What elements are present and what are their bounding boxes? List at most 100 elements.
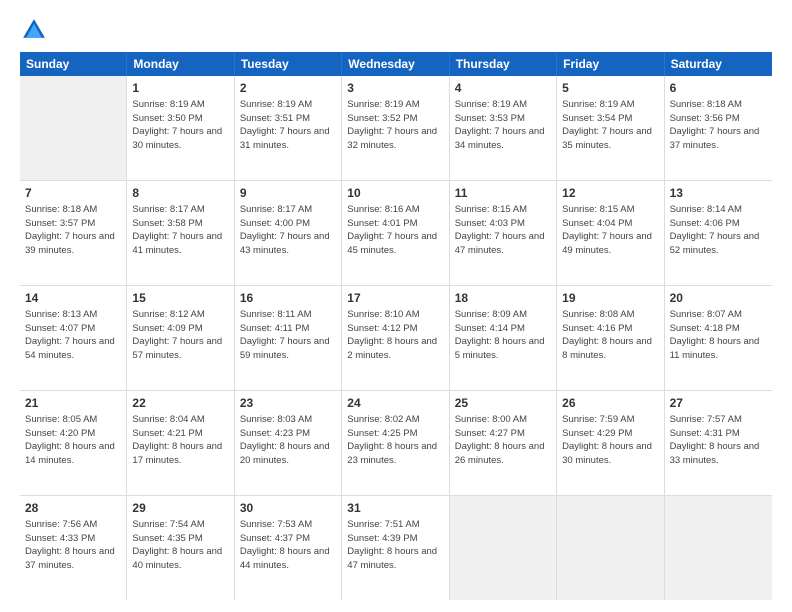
day-info: Sunrise: 7:53 AMSunset: 4:37 PMDaylight:… <box>240 518 336 573</box>
week-row-4: 21Sunrise: 8:05 AMSunset: 4:20 PMDayligh… <box>20 391 772 496</box>
page: SundayMondayTuesdayWednesdayThursdayFrid… <box>0 0 792 612</box>
day-info: Sunrise: 8:19 AMSunset: 3:51 PMDaylight:… <box>240 98 336 153</box>
day-number: 28 <box>25 500 121 517</box>
day-info: Sunrise: 8:12 AMSunset: 4:09 PMDaylight:… <box>132 308 228 363</box>
day-info: Sunrise: 8:19 AMSunset: 3:54 PMDaylight:… <box>562 98 658 153</box>
day-number: 25 <box>455 395 551 412</box>
day-number: 27 <box>670 395 767 412</box>
cal-cell: 4Sunrise: 8:19 AMSunset: 3:53 PMDaylight… <box>450 76 557 180</box>
day-info: Sunrise: 8:13 AMSunset: 4:07 PMDaylight:… <box>25 308 121 363</box>
day-number: 26 <box>562 395 658 412</box>
cal-cell: 23Sunrise: 8:03 AMSunset: 4:23 PMDayligh… <box>235 391 342 495</box>
header-day-saturday: Saturday <box>665 52 772 76</box>
cal-cell: 12Sunrise: 8:15 AMSunset: 4:04 PMDayligh… <box>557 181 664 285</box>
cal-cell: 14Sunrise: 8:13 AMSunset: 4:07 PMDayligh… <box>20 286 127 390</box>
day-info: Sunrise: 8:18 AMSunset: 3:56 PMDaylight:… <box>670 98 767 153</box>
day-info: Sunrise: 8:05 AMSunset: 4:20 PMDaylight:… <box>25 413 121 468</box>
day-info: Sunrise: 8:18 AMSunset: 3:57 PMDaylight:… <box>25 203 121 258</box>
cal-cell: 5Sunrise: 8:19 AMSunset: 3:54 PMDaylight… <box>557 76 664 180</box>
day-number: 18 <box>455 290 551 307</box>
cal-cell: 13Sunrise: 8:14 AMSunset: 4:06 PMDayligh… <box>665 181 772 285</box>
cal-cell: 31Sunrise: 7:51 AMSunset: 4:39 PMDayligh… <box>342 496 449 600</box>
day-info: Sunrise: 8:16 AMSunset: 4:01 PMDaylight:… <box>347 203 443 258</box>
day-info: Sunrise: 8:19 AMSunset: 3:52 PMDaylight:… <box>347 98 443 153</box>
header-day-thursday: Thursday <box>450 52 557 76</box>
day-number: 3 <box>347 80 443 97</box>
day-number: 4 <box>455 80 551 97</box>
cal-cell: 28Sunrise: 7:56 AMSunset: 4:33 PMDayligh… <box>20 496 127 600</box>
day-info: Sunrise: 7:56 AMSunset: 4:33 PMDaylight:… <box>25 518 121 573</box>
day-info: Sunrise: 8:15 AMSunset: 4:04 PMDaylight:… <box>562 203 658 258</box>
day-number: 6 <box>670 80 767 97</box>
day-info: Sunrise: 8:15 AMSunset: 4:03 PMDaylight:… <box>455 203 551 258</box>
header-day-sunday: Sunday <box>20 52 127 76</box>
week-row-2: 7Sunrise: 8:18 AMSunset: 3:57 PMDaylight… <box>20 181 772 286</box>
calendar-header-row: SundayMondayTuesdayWednesdayThursdayFrid… <box>20 52 772 76</box>
day-number: 23 <box>240 395 336 412</box>
day-info: Sunrise: 8:08 AMSunset: 4:16 PMDaylight:… <box>562 308 658 363</box>
day-info: Sunrise: 7:57 AMSunset: 4:31 PMDaylight:… <box>670 413 767 468</box>
cal-cell: 10Sunrise: 8:16 AMSunset: 4:01 PMDayligh… <box>342 181 449 285</box>
week-row-3: 14Sunrise: 8:13 AMSunset: 4:07 PMDayligh… <box>20 286 772 391</box>
day-info: Sunrise: 8:04 AMSunset: 4:21 PMDaylight:… <box>132 413 228 468</box>
day-number: 9 <box>240 185 336 202</box>
day-number: 2 <box>240 80 336 97</box>
day-info: Sunrise: 7:54 AMSunset: 4:35 PMDaylight:… <box>132 518 228 573</box>
day-info: Sunrise: 7:59 AMSunset: 4:29 PMDaylight:… <box>562 413 658 468</box>
day-number: 13 <box>670 185 767 202</box>
day-info: Sunrise: 7:51 AMSunset: 4:39 PMDaylight:… <box>347 518 443 573</box>
day-number: 31 <box>347 500 443 517</box>
day-number: 16 <box>240 290 336 307</box>
cal-cell: 21Sunrise: 8:05 AMSunset: 4:20 PMDayligh… <box>20 391 127 495</box>
cal-cell: 30Sunrise: 7:53 AMSunset: 4:37 PMDayligh… <box>235 496 342 600</box>
day-info: Sunrise: 8:02 AMSunset: 4:25 PMDaylight:… <box>347 413 443 468</box>
cal-cell <box>450 496 557 600</box>
cal-cell: 9Sunrise: 8:17 AMSunset: 4:00 PMDaylight… <box>235 181 342 285</box>
cal-cell: 6Sunrise: 8:18 AMSunset: 3:56 PMDaylight… <box>665 76 772 180</box>
day-info: Sunrise: 8:17 AMSunset: 3:58 PMDaylight:… <box>132 203 228 258</box>
header <box>20 16 772 44</box>
day-number: 17 <box>347 290 443 307</box>
week-row-1: 1Sunrise: 8:19 AMSunset: 3:50 PMDaylight… <box>20 76 772 181</box>
cal-cell: 1Sunrise: 8:19 AMSunset: 3:50 PMDaylight… <box>127 76 234 180</box>
day-number: 29 <box>132 500 228 517</box>
cal-cell: 17Sunrise: 8:10 AMSunset: 4:12 PMDayligh… <box>342 286 449 390</box>
day-info: Sunrise: 8:11 AMSunset: 4:11 PMDaylight:… <box>240 308 336 363</box>
cal-cell: 11Sunrise: 8:15 AMSunset: 4:03 PMDayligh… <box>450 181 557 285</box>
cal-cell: 29Sunrise: 7:54 AMSunset: 4:35 PMDayligh… <box>127 496 234 600</box>
week-row-5: 28Sunrise: 7:56 AMSunset: 4:33 PMDayligh… <box>20 496 772 600</box>
day-number: 8 <box>132 185 228 202</box>
day-number: 24 <box>347 395 443 412</box>
day-info: Sunrise: 8:19 AMSunset: 3:50 PMDaylight:… <box>132 98 228 153</box>
day-info: Sunrise: 8:10 AMSunset: 4:12 PMDaylight:… <box>347 308 443 363</box>
header-day-friday: Friday <box>557 52 664 76</box>
day-number: 11 <box>455 185 551 202</box>
day-info: Sunrise: 8:07 AMSunset: 4:18 PMDaylight:… <box>670 308 767 363</box>
cal-cell <box>665 496 772 600</box>
header-day-tuesday: Tuesday <box>235 52 342 76</box>
cal-cell: 22Sunrise: 8:04 AMSunset: 4:21 PMDayligh… <box>127 391 234 495</box>
header-day-wednesday: Wednesday <box>342 52 449 76</box>
day-number: 20 <box>670 290 767 307</box>
day-info: Sunrise: 8:00 AMSunset: 4:27 PMDaylight:… <box>455 413 551 468</box>
cal-cell: 25Sunrise: 8:00 AMSunset: 4:27 PMDayligh… <box>450 391 557 495</box>
day-info: Sunrise: 8:09 AMSunset: 4:14 PMDaylight:… <box>455 308 551 363</box>
cal-cell: 3Sunrise: 8:19 AMSunset: 3:52 PMDaylight… <box>342 76 449 180</box>
day-number: 1 <box>132 80 228 97</box>
cal-cell: 8Sunrise: 8:17 AMSunset: 3:58 PMDaylight… <box>127 181 234 285</box>
day-number: 5 <box>562 80 658 97</box>
day-info: Sunrise: 8:17 AMSunset: 4:00 PMDaylight:… <box>240 203 336 258</box>
cal-cell: 15Sunrise: 8:12 AMSunset: 4:09 PMDayligh… <box>127 286 234 390</box>
header-day-monday: Monday <box>127 52 234 76</box>
day-info: Sunrise: 8:14 AMSunset: 4:06 PMDaylight:… <box>670 203 767 258</box>
day-number: 21 <box>25 395 121 412</box>
cal-cell <box>557 496 664 600</box>
day-number: 22 <box>132 395 228 412</box>
logo-icon <box>20 16 48 44</box>
day-number: 30 <box>240 500 336 517</box>
cal-cell: 18Sunrise: 8:09 AMSunset: 4:14 PMDayligh… <box>450 286 557 390</box>
cal-cell: 20Sunrise: 8:07 AMSunset: 4:18 PMDayligh… <box>665 286 772 390</box>
cal-cell: 24Sunrise: 8:02 AMSunset: 4:25 PMDayligh… <box>342 391 449 495</box>
cal-cell: 26Sunrise: 7:59 AMSunset: 4:29 PMDayligh… <box>557 391 664 495</box>
day-number: 12 <box>562 185 658 202</box>
